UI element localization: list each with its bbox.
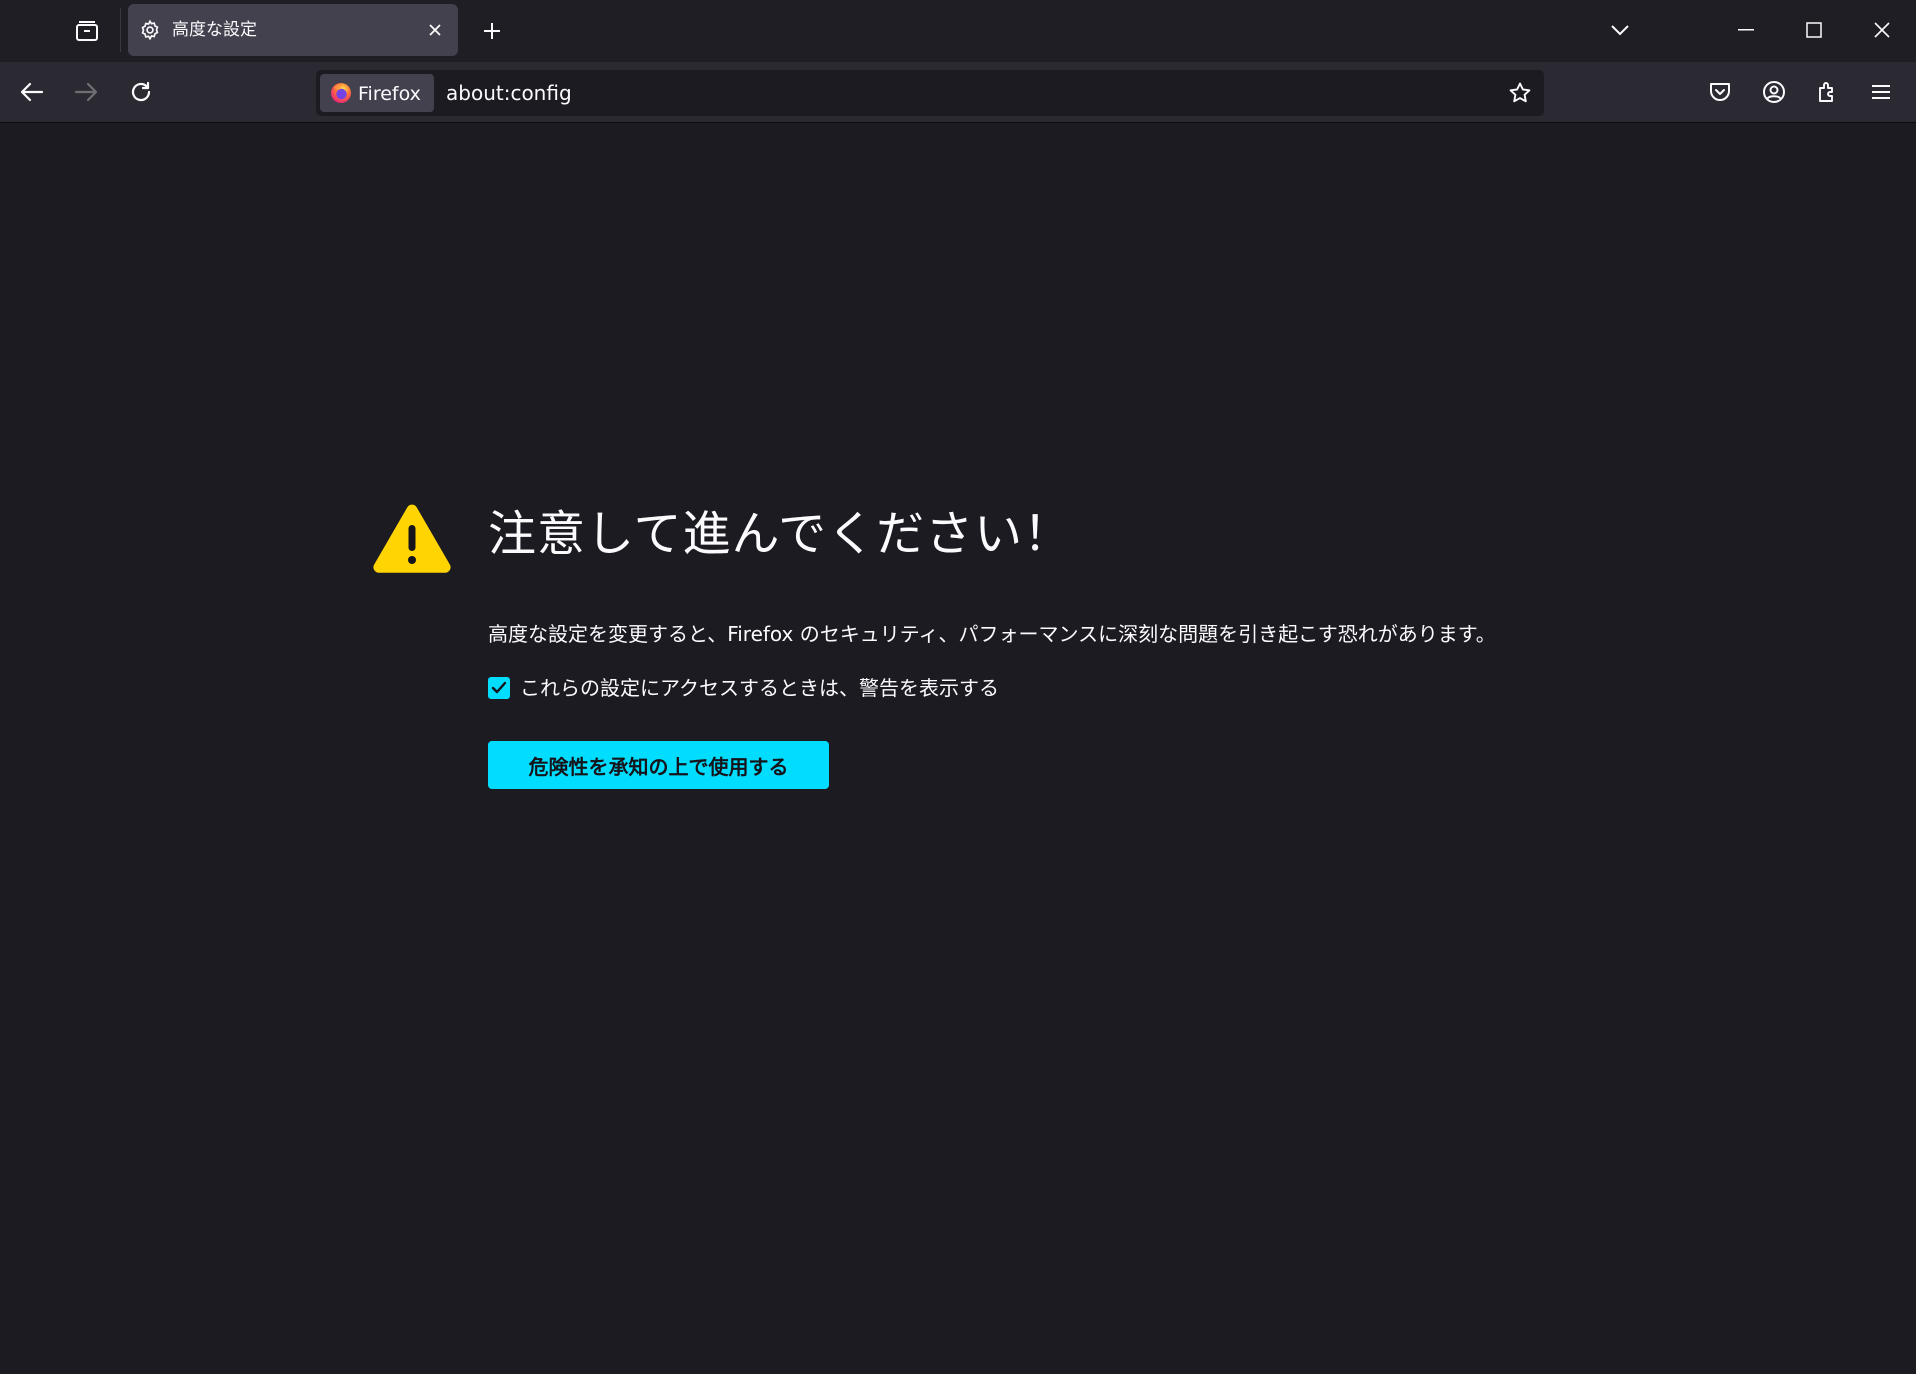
maximize-icon[interactable] [1794,10,1834,50]
close-tab-icon[interactable] [424,19,446,41]
tab-separator [120,8,121,52]
warning-checkbox-row[interactable]: これらの設定にアクセスするときは、警告を表示する [488,674,999,702]
new-tab-icon[interactable] [478,14,506,48]
url-bar[interactable]: Firefox about:config [316,70,1544,116]
chevron-down-icon[interactable] [1606,16,1634,44]
tab-advanced-settings[interactable]: 高度な設定 [128,4,458,56]
url-text[interactable]: about:config [446,82,572,104]
menu-icon[interactable] [1863,74,1899,110]
warning-checkbox-label[interactable]: これらの設定にアクセスするときは、警告を表示する [520,674,999,702]
identity-label: Firefox [358,83,421,105]
firefox-logo-icon [330,82,352,104]
accept-risk-button[interactable]: 危険性を承知の上で使用する [488,741,829,789]
identity-box[interactable]: Firefox [320,74,434,112]
page-title: 注意して進んでください！ [488,506,1073,562]
extensions-icon[interactable] [1810,74,1846,110]
star-icon[interactable] [1506,79,1534,107]
minimize-icon[interactable] [1726,10,1766,50]
warning-icon [372,502,452,574]
account-icon[interactable] [1756,74,1792,110]
pocket-icon[interactable] [1702,74,1738,110]
warning-description: 高度な設定を変更すると、Firefox のセキュリティ、パフォーマンスに深刻な問… [488,622,1496,646]
forward-arrow-icon[interactable] [68,74,104,110]
title-bar: 高度な設定 [0,0,1916,62]
close-window-icon[interactable] [1862,10,1902,50]
navigation-toolbar: Firefox about:config [0,62,1916,123]
page-content [0,123,1916,1374]
back-arrow-icon[interactable] [14,74,50,110]
tab-list-icon[interactable] [70,14,104,48]
reload-icon[interactable] [123,74,159,110]
warning-checkbox[interactable] [488,677,510,699]
gear-icon [139,19,161,41]
tab-title: 高度な設定 [172,20,257,40]
